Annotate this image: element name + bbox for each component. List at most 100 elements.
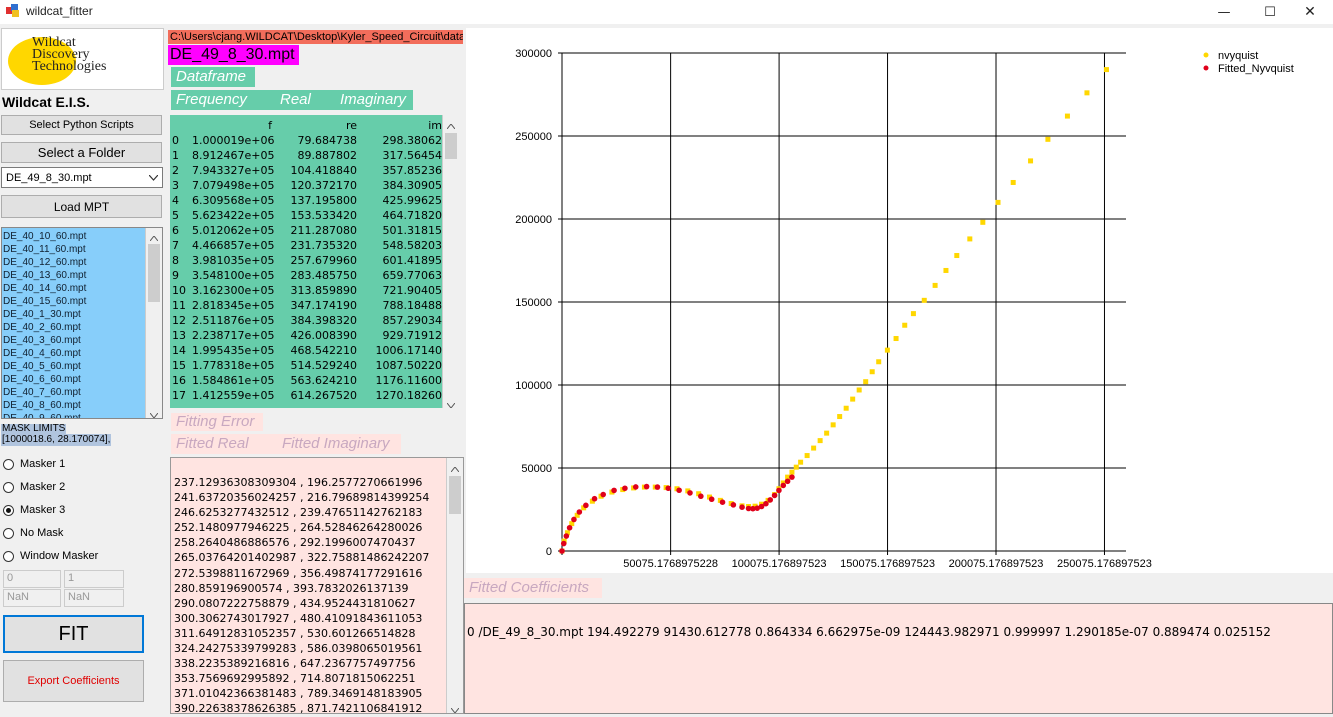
table-cell: 1.000019e+06 xyxy=(192,134,275,147)
radio-button-icon[interactable] xyxy=(3,481,14,493)
table-cell: 1087.50220 xyxy=(375,359,442,372)
data-point-fitted xyxy=(576,509,583,515)
data-point-fitted xyxy=(600,491,607,498)
table-cell: 6.309568e+05 xyxy=(192,194,275,207)
fitted-values-box[interactable]: 237.12936308309304 , 196.2577270661996 24… xyxy=(170,457,464,714)
table-cell: 659.77063 xyxy=(382,269,443,282)
y-tick-label: 0 xyxy=(546,546,552,558)
table-cell: 857.29034 xyxy=(382,314,443,327)
column-labels-bar: Frequency Real Imaginary xyxy=(171,90,413,110)
scroll-thumb[interactable] xyxy=(148,244,160,302)
radio-button-icon[interactable] xyxy=(3,527,14,539)
fitted-value-row: 246.6253277432512 , 239.47651142762183 xyxy=(174,506,423,520)
data-point-fitted xyxy=(771,492,778,499)
fitted-value-row: 272.5398811672969 , 356.49874177291616 xyxy=(174,566,423,580)
data-point-nvyquist xyxy=(954,253,960,259)
file-list-item[interactable]: DE_40_5_60.mpt xyxy=(2,360,146,373)
scroll-up-icon[interactable] xyxy=(446,119,456,132)
file-list-item[interactable]: DE_40_4_60.mpt xyxy=(2,347,146,360)
radio-button-icon[interactable] xyxy=(3,550,14,562)
fitted-value-row: 338.2235389216816 , 647.2367757497756 xyxy=(174,657,416,671)
x-tick-label: 100075.176897523 xyxy=(732,558,827,570)
table-cell: 384.30905 xyxy=(382,179,443,192)
scroll-up-icon[interactable] xyxy=(149,231,159,244)
scroll-thumb[interactable] xyxy=(445,133,457,159)
table-cell: 89.887802 xyxy=(297,149,358,162)
table-cell: 6 xyxy=(172,224,179,237)
table-cell: 8.912467e+05 xyxy=(192,149,275,162)
mask-input-1[interactable]: 0 xyxy=(3,570,61,588)
file-list-item[interactable]: DE_40_12_60.mpt xyxy=(2,256,146,269)
radio-button-icon[interactable] xyxy=(3,504,14,516)
data-point-fitted xyxy=(611,487,617,494)
data-point-nvyquist xyxy=(1064,113,1070,119)
radio-masker-3[interactable]: Masker 3 xyxy=(3,504,65,516)
fit-button[interactable]: FIT xyxy=(3,615,144,653)
radio-window-masker[interactable]: Window Masker xyxy=(3,550,98,562)
data-point-nvyquist xyxy=(1045,136,1051,142)
scroll-thumb[interactable] xyxy=(449,476,461,514)
radio-masker-2[interactable]: Masker 2 xyxy=(3,481,65,493)
fitted-value-row: 290.0807222758879 , 434.9524431810627 xyxy=(174,596,416,610)
close-button[interactable]: ✕ xyxy=(1287,0,1333,24)
dataframe-table[interactable]: f re im 0 1.000019e+06 79.684738 298.38062 1 8.9… xyxy=(170,115,459,408)
logo-line-3: Technologies xyxy=(32,59,107,74)
scroll-up-icon[interactable] xyxy=(450,462,460,475)
export-coefficients-button[interactable]: Export Coefficients xyxy=(3,660,144,702)
file-list[interactable]: DE_40_10_60.mpt DE_40_11_60.mpt DE_40_12_6… xyxy=(1,227,163,419)
file-list-item[interactable]: DE_40_1_30.mpt xyxy=(2,308,146,321)
table-cell: 2 xyxy=(172,164,179,177)
legend-marker xyxy=(1203,65,1209,71)
data-point-nvyquist xyxy=(967,236,973,242)
radio-button-icon[interactable] xyxy=(3,458,14,470)
table-row: 2 7.943327e+05 104.418840 357.85236 xyxy=(172,163,442,178)
dataframe-scrollbar[interactable] xyxy=(442,115,459,408)
mask-input-2[interactable]: 1 xyxy=(64,570,124,588)
radio-label: Masker 2 xyxy=(20,481,66,493)
scroll-down-icon[interactable] xyxy=(450,703,460,713)
table-cell: 1.412559e+05 xyxy=(192,389,275,402)
minimize-button[interactable]: — xyxy=(1201,0,1247,24)
table-row: 5 5.623422e+05 153.533420 464.71820 xyxy=(172,208,442,223)
data-point-nvyquist xyxy=(1103,67,1109,73)
table-cell: 1.995435e+05 xyxy=(192,344,275,357)
folder-dropdown-value: DE_49_8_30.mpt xyxy=(6,171,92,184)
fitted-values-scrollbar[interactable] xyxy=(446,458,463,713)
table-cell: 468.542210 xyxy=(290,344,357,357)
data-point-nvyquist xyxy=(884,347,890,353)
file-list-item[interactable]: DE_40_2_60.mpt xyxy=(2,321,146,334)
fitted-labels-bar: Fitted Real Fitted Imaginary xyxy=(171,434,401,454)
mask-limits-label: MASK LIMITS xyxy=(1,423,67,434)
file-list-scrollbar[interactable] xyxy=(145,228,162,418)
file-list-item[interactable]: DE_40_8_60.mpt xyxy=(2,399,146,412)
fitted-coefficients-box[interactable]: 0 /DE_49_8_30.mpt 194.492279 91430.61277… xyxy=(464,603,1333,714)
table-cell: 7 xyxy=(172,239,179,252)
radio-no-mask[interactable]: No Mask xyxy=(3,527,63,539)
file-list-item[interactable]: DE_40_6_60.mpt xyxy=(2,373,146,386)
scroll-down-icon[interactable] xyxy=(446,398,456,408)
y-tick-label: 300000 xyxy=(515,48,552,60)
nyquist-chart-svg: 0 50000 100000 150000 200000 250000 300000 5007… xyxy=(515,48,1294,570)
select-python-scripts-button[interactable]: Select Python Scripts xyxy=(1,115,162,135)
scroll-down-icon[interactable] xyxy=(149,408,159,418)
radio-masker-1[interactable]: Masker 1 xyxy=(3,458,65,470)
data-point-fitted xyxy=(708,496,715,503)
file-list-item[interactable]: DE_40_3_60.mpt xyxy=(2,334,146,347)
table-cell: 7.943327e+05 xyxy=(192,164,275,177)
data-point-nvyquist xyxy=(995,199,1001,205)
table-row: 13 2.238717e+05 426.008390 929.71912 xyxy=(172,328,442,343)
file-list-item[interactable]: DE_40_11_60.mpt xyxy=(2,243,146,256)
load-mpt-button[interactable]: Load MPT xyxy=(1,195,162,218)
file-list-item[interactable]: DE_40_14_60.mpt xyxy=(2,282,146,295)
table-row: 0 1.000019e+06 79.684738 298.38062 xyxy=(172,133,442,148)
file-list-item[interactable]: DE_40_15_60.mpt xyxy=(2,295,146,308)
select-folder-button[interactable]: Select a Folder xyxy=(1,142,162,163)
folder-path: C:\Users\cjang.WILDCAT\Desktop\Kyler_Spe… xyxy=(168,30,463,44)
folder-dropdown[interactable]: DE_49_8_30.mpt xyxy=(1,167,163,188)
file-list-item[interactable]: DE_40_9_60.mpt xyxy=(2,412,146,418)
file-list-item[interactable]: DE_40_13_60.mpt xyxy=(2,269,146,282)
file-list-item[interactable]: DE_40_7_60.mpt xyxy=(2,386,146,399)
table-cell: 1006.17140 xyxy=(375,344,442,357)
data-point-nvyquist xyxy=(902,322,908,328)
file-list-item[interactable]: DE_40_10_60.mpt xyxy=(2,230,146,243)
